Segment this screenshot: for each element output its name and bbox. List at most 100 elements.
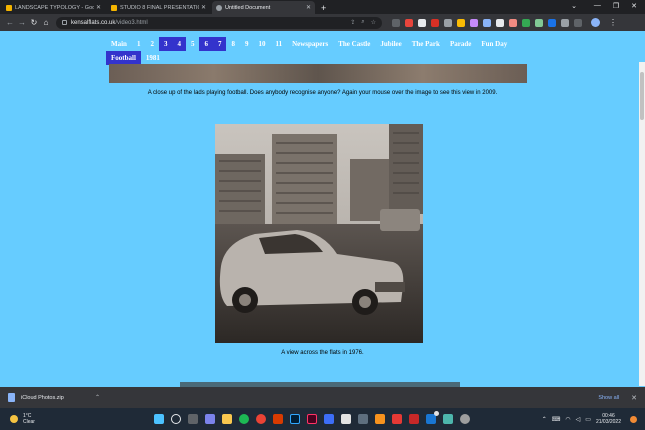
nav-link-main[interactable]: Main [106, 37, 132, 51]
notification-icon[interactable] [630, 415, 637, 423]
extension-icon[interactable] [535, 18, 543, 27]
extension-icon[interactable] [457, 18, 465, 27]
profile-avatar[interactable] [591, 18, 600, 27]
photo-caption-flats: A view across the flats in 1976. [281, 350, 364, 356]
maximize-icon[interactable]: ❐ [613, 2, 619, 10]
close-window-icon[interactable]: ✕ [631, 2, 637, 10]
close-download-bar-icon[interactable]: ✕ [631, 394, 637, 402]
app-icon[interactable] [358, 414, 368, 424]
app-icon[interactable] [460, 414, 470, 424]
extension-icon[interactable] [522, 18, 530, 27]
volume-icon[interactable]: ◁ [576, 416, 581, 423]
zoom-icon[interactable]: ⌕ [361, 19, 364, 26]
home-icon[interactable]: ⌂ [40, 18, 52, 27]
download-file-name: iCloud Photos.zip [21, 394, 64, 401]
site-navigation: Main 1 2 3 4 5 6 7 8 9 10 11 Newspapers The Castle Jub… [106, 37, 526, 65]
back-icon[interactable]: ← [4, 18, 16, 27]
page-scrollbar[interactable] [639, 62, 645, 386]
windows-start-icon[interactable] [154, 414, 164, 424]
weather-text: 1°C Clear [23, 413, 35, 425]
search-icon[interactable] [171, 414, 181, 424]
puzzle-extensions-icon[interactable] [561, 18, 569, 27]
show-all-downloads-button[interactable]: Show all [598, 395, 619, 401]
nav-link-the-park[interactable]: The Park [407, 37, 445, 51]
reading-list-icon[interactable] [574, 18, 582, 27]
extensions-bar: ⋮ [392, 18, 617, 27]
download-item[interactable]: iCloud Photos.zip ⌃ [8, 393, 100, 402]
moon-icon [10, 415, 18, 423]
extension-icon[interactable] [483, 18, 491, 27]
nav-link-fun-day[interactable]: Fun Day [476, 37, 512, 51]
extension-icon[interactable] [444, 18, 452, 27]
browser-tab[interactable]: LANDSCAPE TYPOLOGY - Goog ✕ [2, 1, 105, 14]
app-icon[interactable] [443, 414, 453, 424]
extension-icon[interactable] [392, 18, 400, 27]
extension-icon[interactable] [431, 18, 439, 27]
share-icon[interactable]: ⇪ [350, 19, 355, 26]
extension-icon[interactable] [496, 18, 504, 27]
new-tab-button[interactable]: + [321, 3, 326, 13]
nav-link-5[interactable]: 5 [186, 37, 200, 51]
clock[interactable]: 00:46 21/03/2022 [596, 413, 621, 425]
download-bar: iCloud Photos.zip ⌃ Show all ✕ [0, 387, 645, 408]
minimize-icon[interactable]: — [594, 2, 601, 10]
indesign-icon[interactable] [307, 414, 317, 424]
nav-link-jubilee[interactable]: Jubilee [375, 37, 406, 51]
app-icon[interactable] [409, 414, 419, 424]
mail-icon[interactable] [426, 411, 439, 424]
flats-1976-photo[interactable] [215, 124, 423, 343]
nav-link-2[interactable]: 2 [145, 37, 159, 51]
forward-icon[interactable]: → [16, 18, 28, 27]
nav-link-11[interactable]: 11 [270, 37, 287, 51]
football-photo-strip[interactable] [109, 64, 527, 83]
extension-icon[interactable] [418, 18, 426, 27]
app-icon[interactable] [341, 414, 351, 424]
windows-taskbar: 1°C Clear ⌃ ⌨ ◠ ◁ ▭ 00:46 21/03/2022 [0, 408, 645, 430]
nav-link-3[interactable]: 3 [158, 37, 173, 51]
spotify-icon[interactable] [239, 414, 249, 424]
nav-link-4[interactable]: 4 [172, 37, 186, 51]
app-icon[interactable] [324, 414, 334, 424]
nav-link-1[interactable]: 1 [132, 37, 146, 51]
chevron-up-icon[interactable]: ⌃ [542, 416, 547, 423]
nav-link-the-castle[interactable]: The Castle [333, 37, 375, 51]
extension-icon[interactable] [470, 18, 478, 27]
chevron-up-icon[interactable]: ⌃ [95, 394, 100, 401]
nav-link-9[interactable]: 9 [240, 37, 254, 51]
nav-link-8[interactable]: 8 [226, 37, 240, 51]
bookmark-star-icon[interactable]: ☆ [371, 19, 376, 26]
nav-link-10[interactable]: 10 [253, 37, 270, 51]
close-tab-icon[interactable]: ✕ [306, 4, 311, 11]
browser-tab[interactable]: STUDIO 8 FINAL PRESENTATION ✕ [107, 1, 210, 14]
browser-menu-icon[interactable]: ⋮ [609, 18, 617, 27]
app-icon[interactable] [392, 414, 402, 424]
extension-icon[interactable] [509, 18, 517, 27]
extension-icon[interactable] [548, 18, 556, 27]
nav-link-7[interactable]: 7 [212, 37, 227, 51]
battery-icon[interactable]: ▭ [585, 416, 591, 423]
close-tab-icon[interactable]: ✕ [201, 4, 206, 11]
acrobat-icon[interactable] [273, 414, 283, 424]
clock-date: 21/03/2022 [595, 419, 621, 425]
browser-tab-active[interactable]: Untitled Document ✕ [212, 1, 315, 14]
nav-link-football[interactable]: Football [106, 51, 141, 65]
photoshop-icon[interactable] [290, 414, 300, 424]
nav-link-6[interactable]: 6 [199, 37, 213, 51]
address-bar[interactable]: kensalflats.co.uk/video3.html ⇪ ⌕ ☆ [56, 16, 382, 29]
nav-link-newspapers[interactable]: Newspapers [287, 37, 333, 51]
tab-search-icon[interactable]: ⌄ [571, 2, 577, 10]
scrollbar-thumb[interactable] [640, 72, 644, 120]
weather-widget[interactable]: 1°C Clear [0, 413, 60, 425]
chrome-icon[interactable] [256, 414, 266, 424]
reload-icon[interactable]: ↻ [28, 18, 40, 27]
extension-icon[interactable] [405, 18, 413, 27]
language-icon[interactable]: ⌨ [552, 416, 561, 423]
file-explorer-icon[interactable] [222, 414, 232, 424]
app-icon[interactable] [375, 414, 385, 424]
close-tab-icon[interactable]: ✕ [96, 4, 101, 11]
chat-icon[interactable] [205, 414, 215, 424]
task-view-icon[interactable] [188, 414, 198, 424]
nav-link-1981[interactable]: 1981 [141, 51, 165, 65]
wifi-icon[interactable]: ◠ [565, 416, 570, 423]
nav-link-parade[interactable]: Parade [445, 37, 476, 51]
